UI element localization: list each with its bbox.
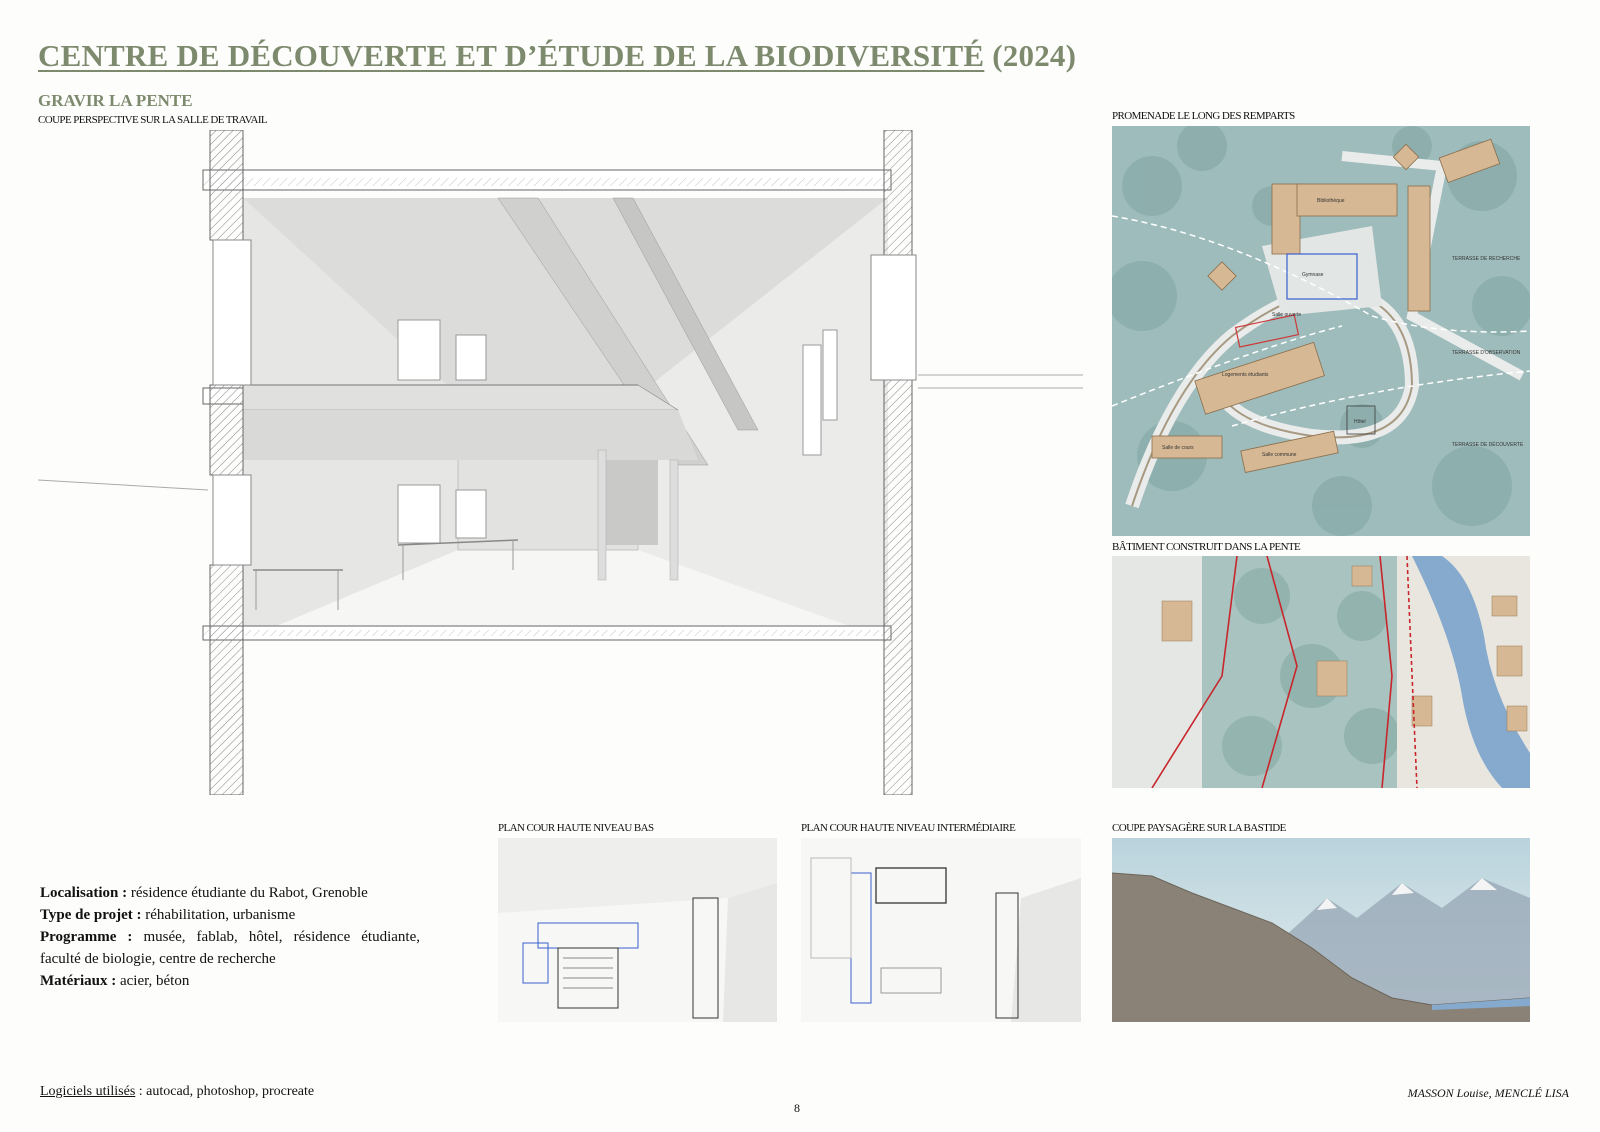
map1-caption: PROMENADE LE LONG DES REMPARTS — [1112, 110, 1295, 122]
label-gymnase: Gymnase — [1302, 272, 1324, 278]
software-label: Logiciels utilisés — [40, 1084, 136, 1099]
info-materiaux: Matériaux : acier, béton — [40, 973, 190, 989]
label-terrasse-recherche: TERRASSE DE RECHERCHE — [1452, 256, 1521, 262]
page-number: 8 — [794, 1101, 800, 1115]
landscape-section — [1112, 838, 1530, 1022]
label-salle-commune: Salle commune — [1262, 452, 1297, 458]
plan1-caption: PLAN COUR HAUTE NIVEAU BAS — [498, 822, 654, 834]
title-year: (2024) — [992, 38, 1077, 73]
page-title: CENTRE DE DÉCOUVERTE ET D’ÉTUDE DE LA BI… — [38, 38, 1076, 74]
software-used: Logiciels utilisés : autocad, photoshop,… — [40, 1084, 314, 1100]
label-salle-cours: Salle de cours — [1162, 445, 1194, 451]
floor-plan-intermediate — [801, 838, 1081, 1022]
floor-plan-low — [498, 838, 777, 1022]
site-map-slope — [1112, 556, 1530, 788]
title-main: CENTRE DE DÉCOUVERTE ET D’ÉTUDE DE LA BI… — [38, 38, 985, 73]
authors: MASSON Louise, MENCLÉ LISA — [1407, 1086, 1569, 1100]
landscape-caption: COUPE PAYSAGÈRE SUR LA BASTIDE — [1112, 822, 1286, 834]
label-bibliotheque: Bibliothèque — [1317, 198, 1345, 204]
software-value: : autocad, photoshop, procreate — [138, 1084, 315, 1099]
label-salle-ouverte: Salle ouverte — [1272, 312, 1301, 318]
label-terrasse-observation: TERRASSE D'OBSERVATION — [1452, 350, 1521, 356]
label-logements: Logements étudiants — [1222, 372, 1269, 378]
section-caption: COUPE PERSPECTIVE SUR LA SALLE DE TRAVAI… — [38, 114, 268, 126]
info-programme: Programme : musée, fablab, hôtel, réside… — [40, 929, 420, 967]
map2-caption: BÂTIMENT CONSTRUIT DANS LA PENTE — [1112, 541, 1301, 553]
page-subtitle: GRAVIR LA PENTE — [38, 91, 193, 110]
info-localisation: Localisation : résidence étudiante du Ra… — [40, 885, 368, 901]
site-map-ramparts: Bibliothèque Gymnase Salle ouverte Logem… — [1112, 126, 1530, 536]
info-type: Type de projet : réhabilitation, urbanis… — [40, 907, 296, 923]
perspective-section-drawing — [38, 130, 1088, 795]
label-hotel: Hôtel — [1354, 419, 1366, 425]
plan2-caption: PLAN COUR HAUTE NIVEAU INTERMÉDIAIRE — [801, 822, 1016, 834]
label-terrasse-decouverte: TERRASSE DE DÉCOUVERTE — [1452, 441, 1524, 448]
project-info: Localisation : résidence étudiante du Ra… — [40, 882, 420, 992]
